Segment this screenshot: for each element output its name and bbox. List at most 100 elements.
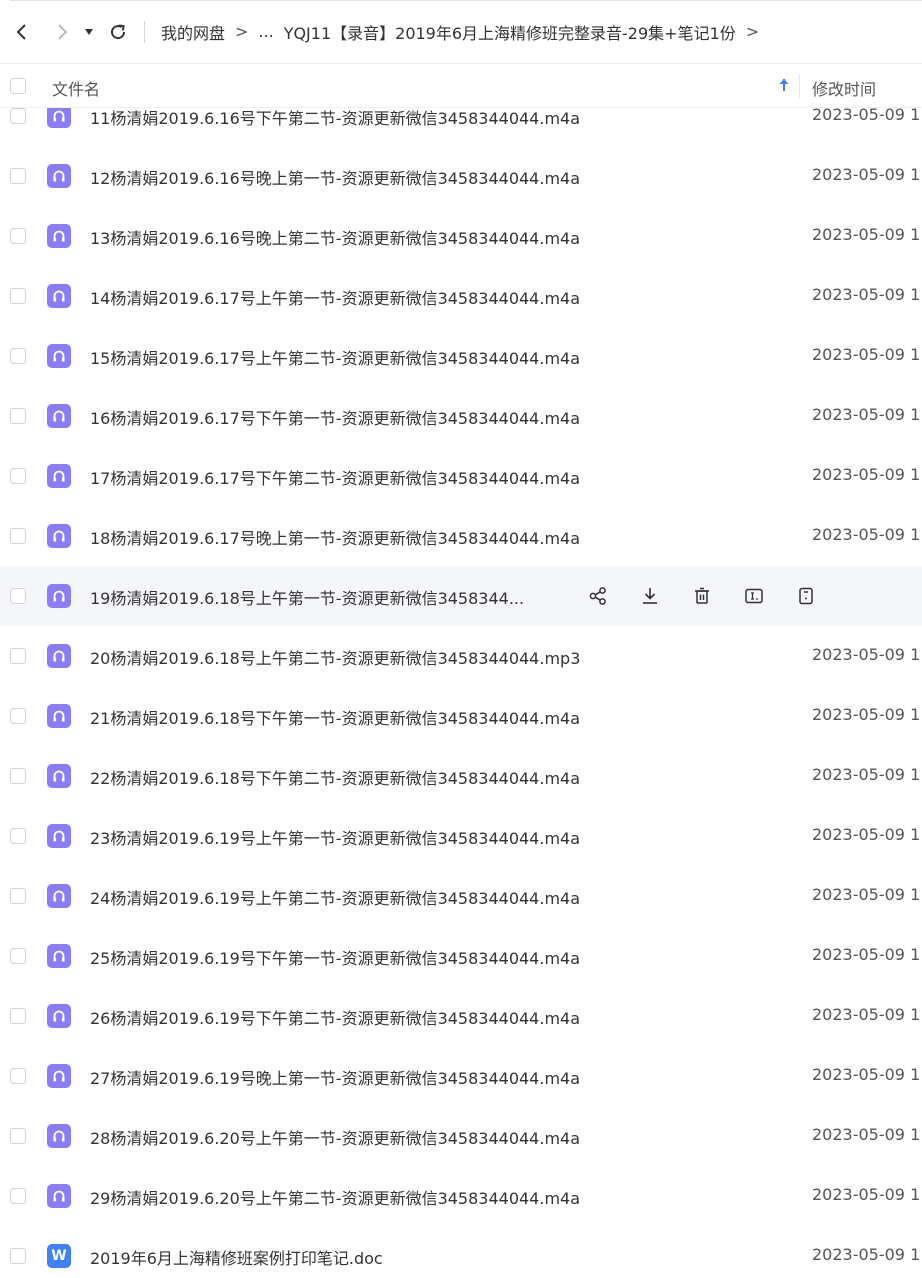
file-row-checkbox[interactable] (10, 768, 26, 784)
file-name[interactable]: 23杨清娟2019.6.19号上午第一节-资源更新微信3458344044.m4… (90, 825, 580, 849)
file-row[interactable]: 21杨清娟2019.6.18号下午第一节-资源更新微信3458344044.m4… (0, 686, 922, 746)
file-row[interactable]: 15杨清娟2019.6.17号上午第二节-资源更新微信3458344044.m4… (0, 326, 922, 386)
file-row[interactable]: 18杨清娟2019.6.17号晚上第一节-资源更新微信3458344044.m4… (0, 506, 922, 566)
file-row-checkbox[interactable] (10, 648, 26, 664)
audio-file-icon (47, 344, 71, 368)
file-row-checkbox[interactable] (10, 228, 26, 244)
audio-file-icon (47, 524, 71, 548)
file-row[interactable]: 16杨清娟2019.6.17号下午第一节-资源更新微信3458344044.m4… (0, 386, 922, 446)
audio-file-icon (47, 944, 71, 968)
audio-file-icon (47, 1004, 71, 1028)
file-modified-time: 2023-05-09 1 (812, 525, 921, 544)
file-name[interactable]: 18杨清娟2019.6.17号晚上第一节-资源更新微信3458344044.m4… (90, 525, 580, 549)
audio-file-icon (47, 164, 71, 188)
breadcrumb-separator: > (235, 22, 249, 41)
download-icon (643, 588, 657, 604)
file-row[interactable]: 23杨清娟2019.6.19号上午第一节-资源更新微信3458344044.m4… (0, 806, 922, 866)
file-row-checkbox[interactable] (10, 108, 26, 124)
download-button[interactable] (638, 584, 662, 608)
file-row-checkbox[interactable] (10, 948, 26, 964)
headphones-icon (53, 530, 65, 542)
audio-file-icon (47, 584, 71, 608)
file-name[interactable]: 22杨清娟2019.6.18号下午第二节-资源更新微信3458344044.m4… (90, 765, 580, 789)
headphones-icon (53, 1070, 65, 1082)
file-row-checkbox[interactable] (10, 168, 26, 184)
headphones-icon (53, 710, 65, 722)
file-row-checkbox[interactable] (10, 408, 26, 424)
file-row-checkbox[interactable] (10, 348, 26, 364)
refresh-button[interactable] (104, 18, 132, 46)
file-row[interactable]: 17杨清娟2019.6.17号下午第二节-资源更新微信3458344044.m4… (0, 446, 922, 506)
file-name[interactable]: 15杨清娟2019.6.17号上午第二节-资源更新微信3458344044.m4… (90, 345, 580, 369)
chevron-right-icon (58, 23, 68, 40)
file-row[interactable]: 19杨清娟2019.6.18号上午第一节-资源更新微信3458344... (0, 566, 922, 626)
file-row[interactable]: 20杨清娟2019.6.18号上午第二节-资源更新微信3458344044.mp… (0, 626, 922, 686)
audio-file-icon (47, 704, 71, 728)
file-row-checkbox[interactable] (10, 1128, 26, 1144)
file-row-checkbox[interactable] (10, 288, 26, 304)
file-name[interactable]: 13杨清娟2019.6.16号晚上第二节-资源更新微信3458344044.m4… (90, 225, 580, 249)
rename-button[interactable] (742, 584, 766, 608)
file-row-checkbox[interactable] (10, 1008, 26, 1024)
file-row-checkbox[interactable] (10, 888, 26, 904)
toolbar: 我的网盘 > ... YQJ11【录音】2019年6月上海精修班完整录音-29集… (0, 0, 922, 64)
file-row[interactable]: W 2019年6月上海精修班案例打印笔记.doc 2023-05-09 1 (0, 1226, 922, 1278)
file-row[interactable]: 13杨清娟2019.6.16号晚上第二节-资源更新微信3458344044.m4… (0, 206, 922, 266)
breadcrumb-current-folder[interactable]: YQJ11【录音】2019年6月上海精修班完整录音-29集+笔记1份 (284, 20, 736, 44)
file-row-checkbox[interactable] (10, 528, 26, 544)
column-divider[interactable] (799, 74, 800, 98)
audio-file-icon (47, 404, 71, 428)
history-dropdown-button[interactable] (80, 18, 98, 46)
breadcrumb-root[interactable]: 我的网盘 (161, 20, 225, 44)
forward-button[interactable] (48, 18, 76, 46)
file-name[interactable]: 17杨清娟2019.6.17号下午第二节-资源更新微信3458344044.m4… (90, 465, 580, 489)
file-modified-time: 2023-05-09 1 (812, 945, 921, 964)
file-row-checkbox[interactable] (10, 708, 26, 724)
share-button[interactable] (586, 584, 610, 608)
file-row[interactable]: 25杨清娟2019.6.19号下午第一节-资源更新微信3458344044.m4… (0, 926, 922, 986)
file-row-checkbox[interactable] (10, 468, 26, 484)
file-name[interactable]: 21杨清娟2019.6.18号下午第一节-资源更新微信3458344044.m4… (90, 705, 580, 729)
file-row[interactable]: 12杨清娟2019.6.16号晚上第一节-资源更新微信3458344044.m4… (0, 146, 922, 206)
headphones-icon (53, 470, 65, 482)
file-row-checkbox[interactable] (10, 1068, 26, 1084)
file-row[interactable]: 14杨清娟2019.6.17号上午第一节-资源更新微信3458344044.m4… (0, 266, 922, 326)
file-row[interactable]: 26杨清娟2019.6.19号下午第二节-资源更新微信3458344044.m4… (0, 986, 922, 1046)
file-row[interactable]: 28杨清娟2019.6.20号上午第一节-资源更新微信3458344044.m4… (0, 1106, 922, 1166)
file-modified-time: 2023-05-09 1 (812, 165, 921, 184)
file-name[interactable]: 20杨清娟2019.6.18号上午第二节-资源更新微信3458344044.mp… (90, 645, 580, 669)
file-row-checkbox[interactable] (10, 1188, 26, 1204)
file-name[interactable]: 16杨清娟2019.6.17号下午第一节-资源更新微信3458344044.m4… (90, 405, 580, 429)
breadcrumb-ellipsis[interactable]: ... (258, 22, 273, 41)
delete-button[interactable] (690, 584, 714, 608)
file-name[interactable]: 19杨清娟2019.6.18号上午第一节-资源更新微信3458344... (90, 585, 524, 609)
file-name[interactable]: 24杨清娟2019.6.19号上午第二节-资源更新微信3458344044.m4… (90, 885, 580, 909)
column-header-filename[interactable]: 文件名 (52, 76, 100, 100)
file-row[interactable]: 24杨清娟2019.6.19号上午第二节-资源更新微信3458344044.m4… (0, 866, 922, 926)
file-name[interactable]: 12杨清娟2019.6.16号晚上第一节-资源更新微信3458344044.m4… (90, 165, 580, 189)
file-name[interactable]: 29杨清娟2019.6.20号上午第二节-资源更新微信3458344044.m4… (90, 1185, 580, 1209)
file-row[interactable]: 27杨清娟2019.6.19号晚上第一节-资源更新微信3458344044.m4… (0, 1046, 922, 1106)
file-name[interactable]: 27杨清娟2019.6.19号晚上第一节-资源更新微信3458344044.m4… (90, 1065, 580, 1089)
file-row-checkbox[interactable] (10, 1248, 26, 1264)
back-button[interactable] (8, 18, 36, 46)
headphones-icon (53, 170, 65, 182)
audio-file-icon (47, 464, 71, 488)
sort-ascending-icon[interactable] (777, 76, 791, 94)
file-row[interactable]: 29杨清娟2019.6.20号上午第二节-资源更新微信3458344044.m4… (0, 1166, 922, 1226)
file-name[interactable]: 14杨清娟2019.6.17号上午第一节-资源更新微信3458344044.m4… (90, 285, 580, 309)
file-row[interactable]: 22杨清娟2019.6.18号下午第二节-资源更新微信3458344044.m4… (0, 746, 922, 806)
column-header-modified-time[interactable]: 修改时间 (812, 76, 876, 100)
file-name[interactable]: 25杨清娟2019.6.19号下午第一节-资源更新微信3458344044.m4… (90, 945, 580, 969)
word-doc-icon: W (47, 1244, 71, 1268)
select-all-checkbox[interactable] (10, 78, 26, 94)
chevron-left-icon (16, 23, 26, 40)
details-button[interactable] (794, 584, 818, 608)
file-name[interactable]: 2019年6月上海精修班案例打印笔记.doc (90, 1245, 383, 1269)
file-name[interactable]: 11杨清娟2019.6.16号下午第二节-资源更新微信3458344044.m4… (90, 105, 580, 129)
file-name[interactable]: 28杨清娟2019.6.20号上午第一节-资源更新微信3458344044.m4… (90, 1125, 580, 1149)
file-row-checkbox[interactable] (10, 828, 26, 844)
file-row-checkbox[interactable] (10, 588, 26, 604)
file-name[interactable]: 26杨清娟2019.6.19号下午第二节-资源更新微信3458344044.m4… (90, 1005, 580, 1029)
share-icon (589, 587, 606, 605)
